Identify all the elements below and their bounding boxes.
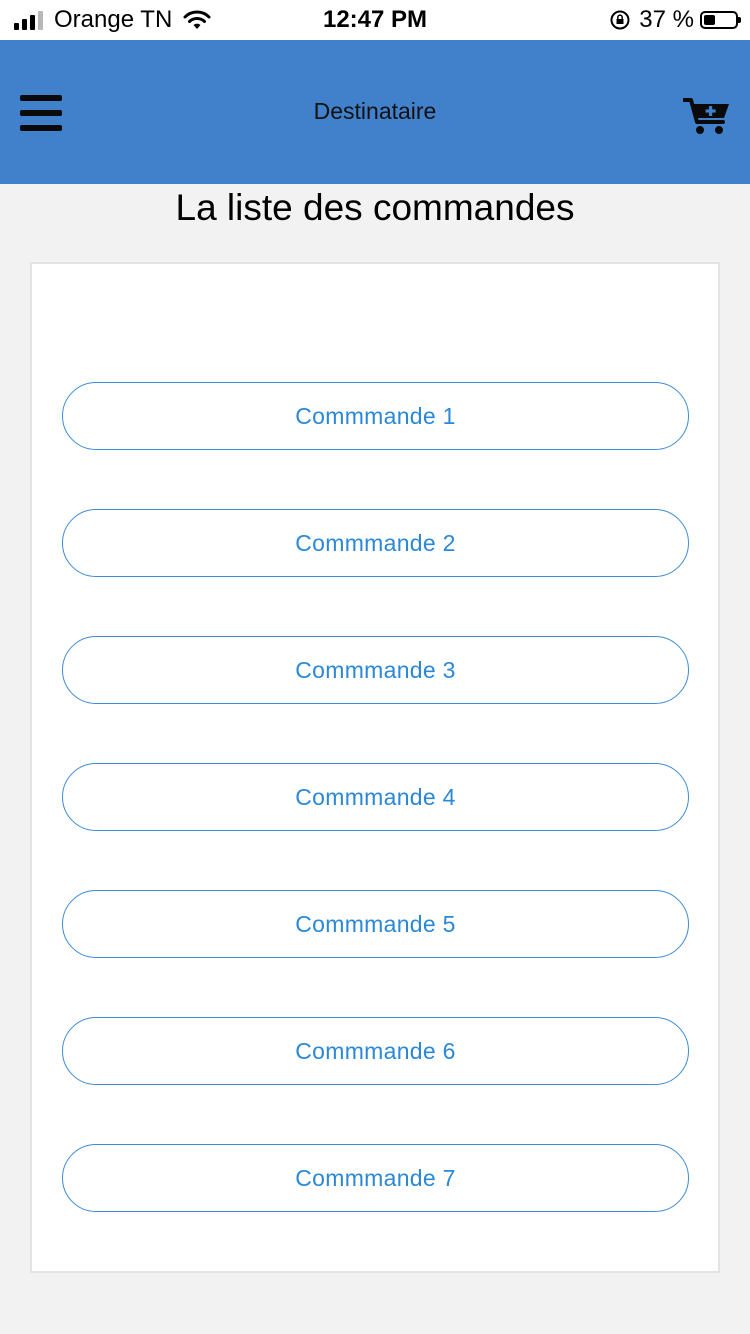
order-button-7[interactable]: Commmande 7 <box>62 1144 689 1212</box>
status-bar: Orange TN 12:47 PM 37 % <box>0 0 750 40</box>
order-button-5[interactable]: Commmande 5 <box>62 890 689 958</box>
battery-icon <box>700 11 741 29</box>
order-button-2[interactable]: Commmande 2 <box>62 509 689 577</box>
order-button-1[interactable]: Commmande 1 <box>62 382 689 450</box>
battery-fill <box>704 15 715 25</box>
battery-percent: 37 % <box>639 6 694 33</box>
status-right: 37 % <box>609 6 741 34</box>
orders-card: Commmande 1 Commmande 2 Commmande 3 Comm… <box>30 262 720 1273</box>
order-button-3[interactable]: Commmande 3 <box>62 636 689 704</box>
page-title: La liste des commandes <box>175 187 575 228</box>
order-button-6[interactable]: Commmande 6 <box>62 1017 689 1085</box>
cart-plus-icon[interactable] <box>683 94 731 136</box>
app-header: Destinataire <box>0 40 750 184</box>
header-title: Destinataire <box>313 98 437 124</box>
order-button-4[interactable]: Commmande 4 <box>62 763 689 831</box>
order-list: Commmande 1 Commmande 2 Commmande 3 Comm… <box>62 382 689 1271</box>
rotation-lock-icon <box>610 10 630 30</box>
